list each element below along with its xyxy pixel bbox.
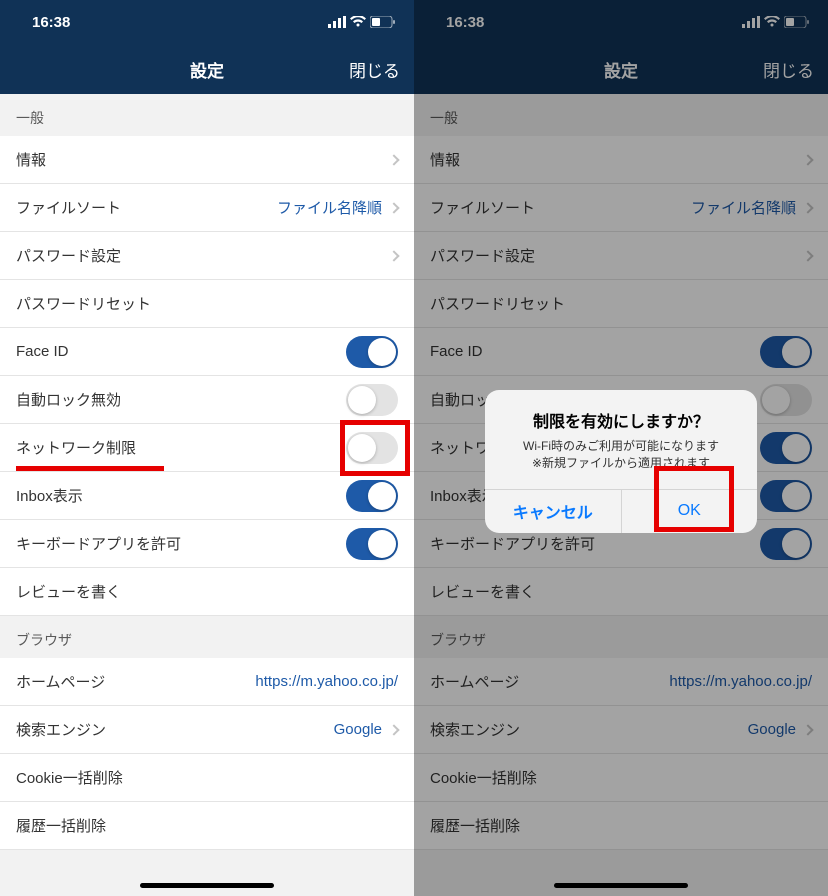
status-icons xyxy=(328,16,396,28)
chevron-right-icon xyxy=(388,250,399,261)
row-label: キーボードアプリを許可 xyxy=(16,533,181,554)
battery-icon xyxy=(370,16,396,28)
row-search-engine[interactable]: 検索エンジン Google xyxy=(0,706,414,754)
highlight-box-ok xyxy=(654,466,734,532)
home-indicator xyxy=(140,883,274,888)
row-label: 自動ロック無効 xyxy=(16,389,121,410)
close-button[interactable]: 閉じる xyxy=(349,57,400,82)
wifi-icon xyxy=(350,16,366,28)
row-autolock: 自動ロック無効 xyxy=(0,376,414,424)
row-password-reset[interactable]: パスワードリセット xyxy=(0,280,414,328)
chevron-right-icon xyxy=(388,724,399,735)
screen-right: 16:38 設定 閉じる 一般 情報 ファイルソート ファイル名降順 パスワード… xyxy=(414,0,828,896)
page-title: 設定 xyxy=(190,57,224,82)
row-cookie-clear[interactable]: Cookie一括削除 xyxy=(0,754,414,802)
status-bar: 16:38 xyxy=(0,0,414,44)
toggle-autolock[interactable] xyxy=(346,384,398,416)
row-keyboard-allow: キーボードアプリを許可 xyxy=(0,520,414,568)
chevron-right-icon xyxy=(388,202,399,213)
nav-bar: 設定 閉じる xyxy=(0,44,414,94)
row-label: Cookie一括削除 xyxy=(16,767,123,788)
row-label: ファイルソート xyxy=(16,197,121,218)
row-info[interactable]: 情報 xyxy=(0,136,414,184)
highlight-box-toggle xyxy=(340,420,410,476)
row-label: レビューを書く xyxy=(16,581,121,602)
row-inbox: Inbox表示 xyxy=(0,472,414,520)
alert-title: 制限を有効にしますか？ xyxy=(497,408,745,432)
row-label: 情報 xyxy=(16,149,46,170)
row-homepage[interactable]: ホームページ https://m.yahoo.co.jp/ xyxy=(0,658,414,706)
row-label: ホームページ xyxy=(16,671,105,692)
row-value: Google xyxy=(334,721,382,738)
row-label: パスワードリセット xyxy=(16,293,151,314)
screen-left: 16:38 設定 閉じる 一般 情報 ファイルソート ファイル名降順 パスワード… xyxy=(0,0,414,896)
signal-icon xyxy=(328,16,346,28)
row-label: 履歴一括削除 xyxy=(16,815,106,836)
row-history-clear[interactable]: 履歴一括削除 xyxy=(0,802,414,850)
section-header-general: 一般 xyxy=(0,94,414,136)
row-label: Inbox表示 xyxy=(16,485,83,506)
chevron-right-icon xyxy=(388,154,399,165)
row-write-review[interactable]: レビューを書く xyxy=(0,568,414,616)
row-label: Face ID xyxy=(16,343,69,360)
row-filesort[interactable]: ファイルソート ファイル名降順 xyxy=(0,184,414,232)
header: 16:38 設定 閉じる xyxy=(0,0,414,94)
status-time: 16:38 xyxy=(18,14,70,31)
toggle-keyboard-allow[interactable] xyxy=(346,528,398,560)
section-header-browser: ブラウザ xyxy=(0,616,414,658)
row-label: 検索エンジン xyxy=(16,719,106,740)
row-value: https://m.yahoo.co.jp/ xyxy=(255,673,398,690)
alert-cancel-button[interactable]: キャンセル xyxy=(485,490,621,533)
row-password-settings[interactable]: パスワード設定 xyxy=(0,232,414,280)
row-value: ファイル名降順 xyxy=(277,197,382,218)
row-label: ネットワーク制限 xyxy=(16,437,136,458)
row-faceid: Face ID xyxy=(0,328,414,376)
highlight-underline xyxy=(16,466,164,471)
toggle-faceid[interactable] xyxy=(346,336,398,368)
row-label: パスワード設定 xyxy=(16,245,121,266)
toggle-inbox[interactable] xyxy=(346,480,398,512)
